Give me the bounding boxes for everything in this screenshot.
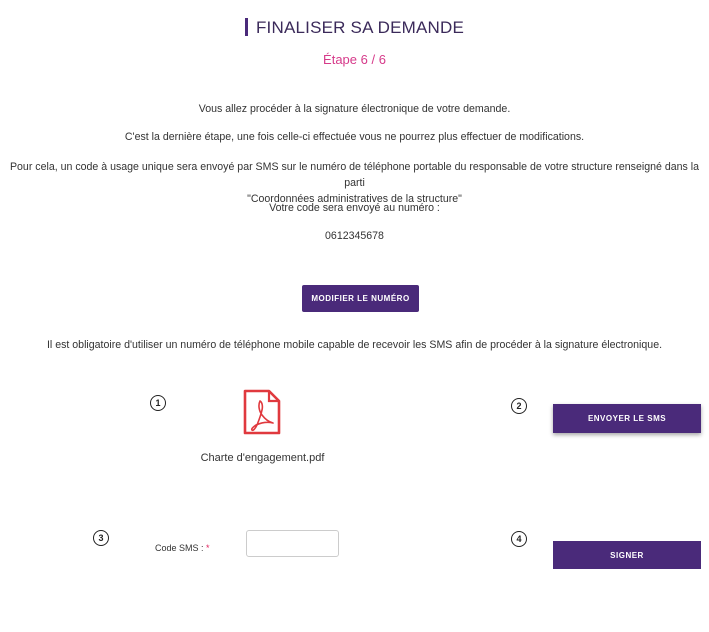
step-number-2: 2 bbox=[511, 398, 527, 414]
phone-intro-text: Votre code sera envoyé au numéro : bbox=[269, 202, 440, 214]
step-number-1: 1 bbox=[150, 395, 166, 411]
step-indicator: Étape 6 / 6 bbox=[323, 52, 386, 67]
intro-text-3: Pour cela, un code à usage unique sera e… bbox=[0, 159, 709, 207]
page-title: FINALISER SA DEMANDE bbox=[0, 18, 709, 38]
phone-number: 0612345678 bbox=[325, 230, 384, 242]
pdf-filename[interactable]: Charte d'engagement.pdf bbox=[180, 452, 345, 464]
sign-button[interactable]: SIGNER bbox=[553, 541, 701, 569]
intro-text-1: Vous allez procéder à la signature élect… bbox=[198, 103, 511, 115]
title-accent-bar bbox=[244, 18, 248, 36]
step-number-4: 4 bbox=[511, 531, 527, 547]
page-title-text: FINALISER SA DEMANDE bbox=[255, 18, 465, 37]
step-number-3: 3 bbox=[93, 530, 109, 546]
modify-number-button[interactable]: MODIFIER LE NUMÉRO bbox=[302, 285, 419, 312]
send-sms-button[interactable]: ENVOYER LE SMS bbox=[553, 404, 701, 433]
intro-text-3a: Pour cela, un code à usage unique sera e… bbox=[9, 161, 700, 189]
required-mark: * bbox=[206, 543, 210, 553]
intro-text-2: C'est la dernière étape, une fois celle-… bbox=[124, 131, 585, 143]
code-sms-label: Code SMS : * bbox=[155, 543, 210, 553]
code-sms-label-text: Code SMS : bbox=[155, 543, 204, 553]
code-sms-input[interactable] bbox=[246, 530, 339, 557]
pdf-file-icon[interactable] bbox=[243, 389, 281, 435]
mobile-requirement-notice: Il est obligatoire d'utiliser un numéro … bbox=[46, 339, 663, 351]
